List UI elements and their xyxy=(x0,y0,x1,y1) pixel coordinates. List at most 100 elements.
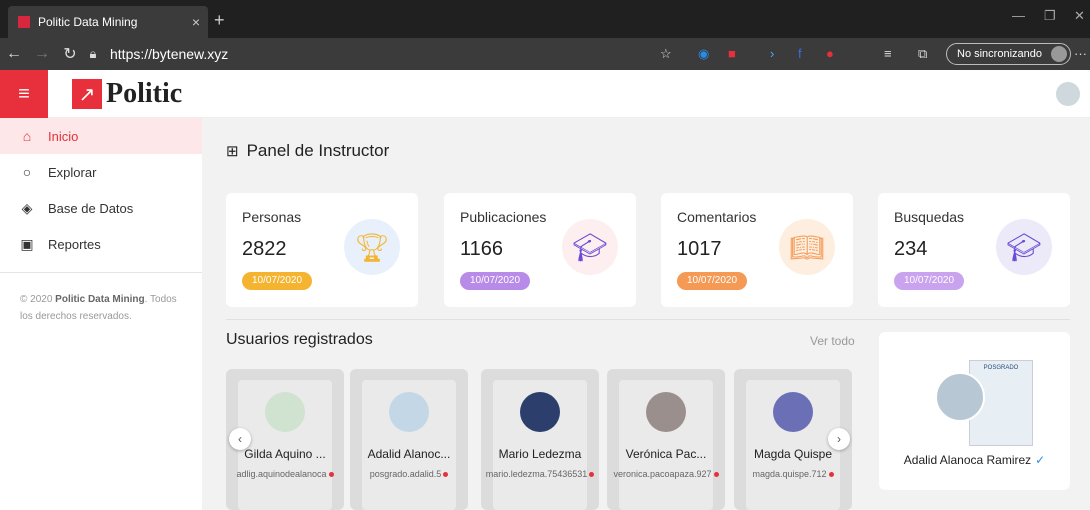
refresh-icon[interactable]: ↻ xyxy=(56,44,84,64)
app-header: ≡ ↗ Politic xyxy=(0,70,1090,118)
favicon-icon xyxy=(18,16,30,28)
url-field[interactable]: https://bytenew.xyz xyxy=(110,46,228,62)
sidebar-item-label: Explorar xyxy=(48,164,97,180)
stat-date-badge: 10/07/2020 xyxy=(894,272,965,290)
status-dot xyxy=(828,472,834,478)
user-handle: posgrado.adalid.5 xyxy=(350,469,468,479)
featured-user-name: Adalid Alanoca Ramirez ✓ xyxy=(903,453,1046,467)
home-icon: ⌂ xyxy=(22,128,32,144)
stat-value: 1166 xyxy=(460,238,504,260)
user-avatar xyxy=(520,392,560,432)
tab-title: Politic Data Mining xyxy=(38,15,138,29)
status-dot xyxy=(589,472,595,478)
logo-text: Politic xyxy=(106,78,183,109)
stat-date-badge: 10/07/2020 xyxy=(677,272,748,290)
close-window-icon[interactable]: ✕ xyxy=(1074,8,1085,24)
stat-card-publicaciones[interactable]: Publicaciones 1166 10/07/2020 🎓︎ xyxy=(444,193,636,307)
back-icon[interactable]: ← xyxy=(0,45,28,63)
profile-avatar-icon xyxy=(1051,46,1067,62)
search-icon: ○ xyxy=(22,164,32,180)
sidebar-item-inicio[interactable]: ⌂ Inicio xyxy=(0,118,202,154)
user-name: Verónica Pac... xyxy=(625,447,707,461)
hamburger-menu-icon[interactable]: ≡ xyxy=(0,70,48,118)
copyright-text: © 2020 Politic Data Mining. Todos los de… xyxy=(20,294,177,322)
stat-date-badge: 10/07/2020 xyxy=(242,272,313,290)
status-dot xyxy=(443,472,449,478)
section-title: Usuarios registrados xyxy=(226,331,373,348)
copyright-brand: Politic Data Mining xyxy=(55,294,145,305)
stat-card-personas[interactable]: Personas 2822 10/07/2020 🏆︎ xyxy=(226,193,418,307)
featured-avatar xyxy=(935,372,985,422)
minimize-icon[interactable]: — xyxy=(1012,8,1025,23)
user-avatar[interactable] xyxy=(1056,82,1080,106)
user-card[interactable]: Mario Ledezma mario.ledezma.75436531 xyxy=(481,369,599,510)
sidebar-divider xyxy=(0,272,202,273)
sidebar-item-base-de-datos[interactable]: ◈ Base de Datos xyxy=(0,190,202,226)
close-tab-icon[interactable]: × xyxy=(192,14,200,30)
section-divider xyxy=(226,319,1070,320)
sidebar-item-label: Reportes xyxy=(48,236,101,252)
user-avatar xyxy=(265,392,305,432)
browser-tab[interactable]: Politic Data Mining × xyxy=(8,6,208,38)
arrow-extension-icon[interactable]: › xyxy=(770,46,774,61)
favorites-list-icon[interactable]: ≡ xyxy=(884,46,892,61)
status-dot xyxy=(328,472,334,478)
user-avatar xyxy=(389,392,429,432)
status-dot xyxy=(713,472,719,478)
sidebar: ⌂ Inicio ○ Explorar ◈ Base de Datos ▣ Re… xyxy=(0,118,202,510)
user-handle: adlig.aquinodealanoca xyxy=(226,469,344,479)
laptop-graduation-icon: 🎓︎ xyxy=(562,219,618,275)
sidebar-item-label: Base de Datos xyxy=(48,200,134,216)
verified-icon: ✓ xyxy=(1035,453,1046,467)
grid-icon: ⊞ xyxy=(226,143,239,160)
forward-icon[interactable]: → xyxy=(28,45,56,63)
user-name: Adalid Alanoc... xyxy=(367,447,451,461)
stat-value: 234 xyxy=(894,238,928,260)
sidebar-item-explorar[interactable]: ○ Explorar xyxy=(0,154,202,190)
stat-card-busquedas[interactable]: Busquedas 234 10/07/2020 🎓︎ xyxy=(878,193,1070,307)
user-card[interactable]: Adalid Alanoc... posgrado.adalid.5 xyxy=(350,369,468,510)
user-card[interactable]: Verónica Pac... veronica.pacoapaza.927 xyxy=(607,369,725,510)
view-all-link[interactable]: Ver todo xyxy=(810,334,855,348)
stat-value: 1017 xyxy=(677,238,722,260)
stat-label: Publicaciones xyxy=(460,209,547,225)
user-avatar xyxy=(646,392,686,432)
clipboard-icon: ▣ xyxy=(20,235,34,252)
carousel-next-icon[interactable]: › xyxy=(828,428,850,450)
sync-status-button[interactable]: No sincronizando xyxy=(946,43,1071,65)
page-title: ⊞ Panel de Instructor xyxy=(226,141,390,160)
sidebar-item-reportes[interactable]: ▣ Reportes xyxy=(0,226,202,262)
stat-label: Busquedas xyxy=(894,209,965,225)
stat-label: Comentarios xyxy=(677,209,757,225)
user-handle: veronica.pacoapaza.927 xyxy=(607,469,725,479)
politic-extension-icon[interactable]: ■ xyxy=(728,46,736,61)
lock-icon: 🔒︎ xyxy=(89,46,97,61)
sync-label: No sincronizando xyxy=(957,48,1042,60)
stat-card-comentarios[interactable]: Comentarios 1017 10/07/2020 📖︎ xyxy=(661,193,853,307)
stat-value: 2822 xyxy=(242,238,287,260)
address-bar: ← → ↻ 🔒︎ https://bytenew.xyz ☆ ◉ ■ › f ●… xyxy=(0,38,1090,70)
stat-date-badge: 10/07/2020 xyxy=(460,272,531,290)
record-extension-icon[interactable]: ● xyxy=(826,46,834,61)
browser-tabbar: Politic Data Mining × + — ❐ ✕ xyxy=(0,0,1090,38)
logo-mark-icon: ↗ xyxy=(72,79,102,109)
trophy-icon: 🏆︎ xyxy=(344,219,400,275)
collections-icon[interactable]: ⧉ xyxy=(918,46,927,62)
facebook-extension-icon[interactable]: f xyxy=(798,46,802,61)
stat-label: Personas xyxy=(242,209,302,225)
user-handle: mario.ledezma.75436531 xyxy=(481,469,599,479)
user-handle: magda.quispe.712 xyxy=(734,469,852,479)
restore-icon[interactable]: ❐ xyxy=(1044,8,1056,24)
sidebar-item-label: Inicio xyxy=(48,128,79,144)
app-logo[interactable]: ↗ Politic xyxy=(72,78,182,110)
more-menu-icon[interactable]: ··· xyxy=(1074,46,1087,61)
extension-icon[interactable]: ◉ xyxy=(698,46,709,62)
favorite-star-icon[interactable]: ☆ xyxy=(660,46,672,62)
user-avatar xyxy=(773,392,813,432)
graduation-network-icon: 🎓︎ xyxy=(996,219,1052,275)
user-name: Mario Ledezma xyxy=(498,447,582,461)
carousel-prev-icon[interactable]: ‹ xyxy=(229,428,251,450)
layers-icon: ◈ xyxy=(21,199,33,216)
featured-user-card[interactable]: POSGRADO Adalid Alanoca Ramirez ✓ xyxy=(879,332,1070,490)
new-tab-icon[interactable]: + xyxy=(214,10,225,31)
